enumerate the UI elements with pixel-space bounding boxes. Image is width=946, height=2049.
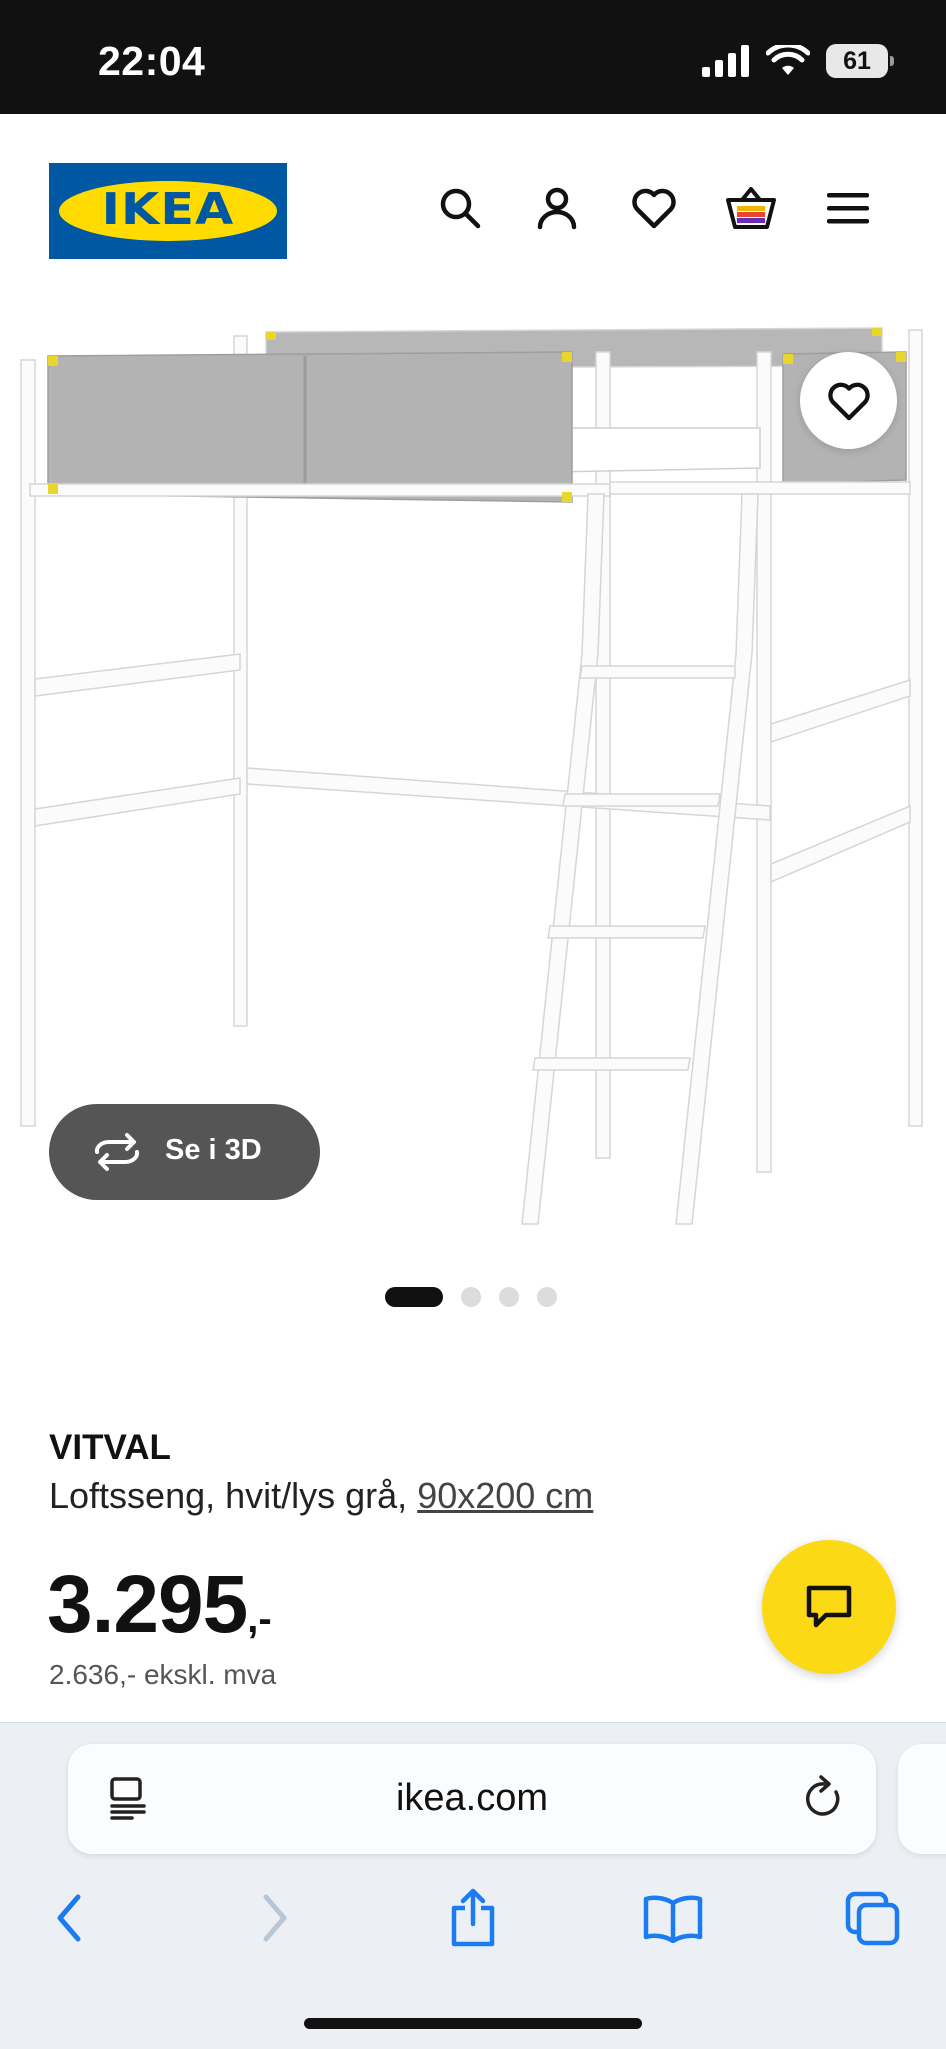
- address-bar[interactable]: ikea.com: [68, 1744, 876, 1854]
- shopping-bag-icon: [726, 187, 776, 229]
- user-icon: [537, 187, 577, 230]
- url-text: ikea.com: [395, 1777, 549, 1819]
- tabs-button[interactable]: [838, 1883, 908, 1953]
- browser-toolbar: ikea.com: [0, 1722, 946, 2049]
- product-name: VITVAL: [49, 1428, 171, 1467]
- forward-button[interactable]: [240, 1883, 310, 1953]
- view-in-3d-button[interactable]: Se i 3D: [49, 1104, 320, 1200]
- signal-icon: [702, 45, 749, 77]
- cart-button[interactable]: [723, 180, 779, 236]
- bookmarks-button[interactable]: [638, 1883, 708, 1953]
- share-button[interactable]: [438, 1883, 508, 1953]
- status-time: 22:04: [98, 38, 206, 84]
- price-suffix: ,-: [247, 1597, 272, 1641]
- wifi-icon: [766, 45, 810, 75]
- carousel-pagination: [385, 1287, 557, 1307]
- back-button[interactable]: [34, 1883, 104, 1953]
- search-button[interactable]: [432, 180, 488, 236]
- chevron-right-icon: [263, 1894, 287, 1942]
- status-icons: 61: [702, 44, 894, 78]
- battery-indicator: 61: [826, 44, 894, 78]
- carousel-dot-3[interactable]: [499, 1287, 519, 1307]
- reload-icon[interactable]: [802, 1774, 846, 1822]
- add-to-favorites-button[interactable]: [800, 352, 897, 449]
- chat-button[interactable]: [762, 1540, 896, 1674]
- carousel-dot-1[interactable]: [385, 1287, 443, 1307]
- price-amount: 3.295: [47, 1559, 248, 1650]
- product-size-link[interactable]: 90x200 cm: [417, 1475, 593, 1516]
- book-icon: [643, 1895, 703, 1943]
- view-in-3d-label: Se i 3D: [165, 1134, 262, 1166]
- chevron-left-icon: [57, 1894, 81, 1942]
- menu-button[interactable]: [820, 180, 876, 236]
- price-ex-vat: 2.636,- ekskl. mva: [49, 1659, 277, 1690]
- search-icon: [440, 188, 481, 229]
- carousel-dot-2[interactable]: [461, 1287, 481, 1307]
- product-description-text: Loftsseng, hvit/lys grå,: [49, 1475, 418, 1516]
- next-tab-preview[interactable]: [898, 1744, 946, 1854]
- hamburger-menu-icon: [827, 193, 869, 224]
- product-description: Loftsseng, hvit/lys grå, 90x200 cm: [49, 1475, 593, 1517]
- heart-icon: [632, 188, 676, 229]
- product-price: 3.295,-: [47, 1558, 272, 1652]
- share-icon: [451, 1888, 495, 1947]
- home-indicator: [304, 2018, 642, 2029]
- favorites-button[interactable]: [626, 180, 682, 236]
- logo-text: IKEA: [101, 184, 235, 235]
- chat-bubble-icon: [806, 1585, 852, 1628]
- site-header: IKEA: [0, 114, 946, 294]
- carousel-dot-4[interactable]: [537, 1287, 557, 1307]
- tabs-icon: [845, 1891, 900, 1946]
- heart-icon: [827, 382, 870, 420]
- account-button[interactable]: [529, 180, 585, 236]
- rotate-3d-icon: [94, 1133, 140, 1171]
- status-bar: 22:04 61: [0, 0, 946, 114]
- ikea-logo[interactable]: IKEA: [49, 163, 287, 259]
